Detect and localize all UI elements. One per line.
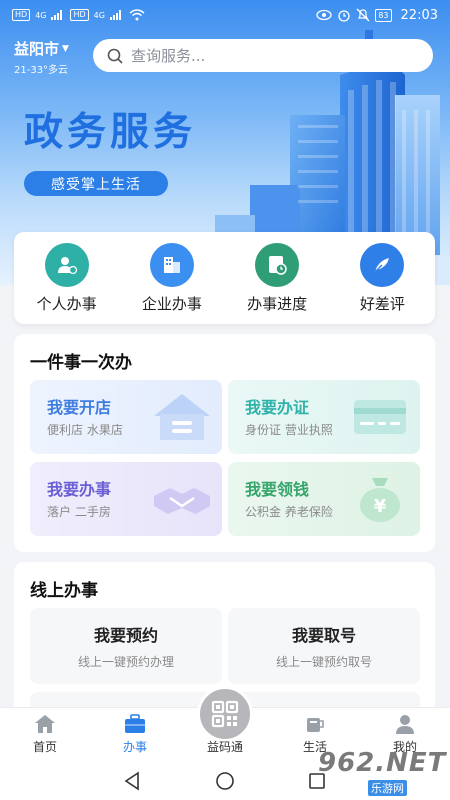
back-icon[interactable] <box>122 770 144 792</box>
hd-indicator: HD <box>12 9 31 21</box>
quick-label: 企业办事 <box>141 294 202 313</box>
building-icon <box>149 242 194 287</box>
quick-menu: 个人办事 企业办事 办事进度 好差评 <box>14 232 435 324</box>
quick-rating[interactable]: 好差评 <box>332 242 432 314</box>
search-bar[interactable] <box>93 39 433 72</box>
mute-icon <box>356 8 370 22</box>
signal-icon <box>51 10 63 20</box>
tile-title: 我要开店 <box>47 398 112 417</box>
home-circle-icon[interactable] <box>214 770 236 792</box>
signal-label: 4G <box>35 10 47 20</box>
quick-enterprise-affairs[interactable]: 企业办事 <box>122 242 222 314</box>
city-label: 益阳市 <box>14 40 60 58</box>
tile-subtitle: 公积金 养老保险 <box>245 505 333 519</box>
signal-label-2: 4G <box>93 10 105 20</box>
tab-yima-tong[interactable] <box>197 686 253 742</box>
quick-label: 办事进度 <box>247 294 308 313</box>
profile-icon <box>396 715 414 734</box>
one-thing-section: 一件事一次办 我要开店 便利店 水果店 我要办证 身份证 营业执照 我要办事 落… <box>14 334 435 552</box>
search-input[interactable] <box>131 46 391 65</box>
eye-icon <box>316 9 332 21</box>
tile-subtitle: 线上一键预约取号 <box>275 655 372 669</box>
tile-take-number[interactable]: 我要取号 线上一键预约取号 <box>228 608 420 684</box>
handshake-icon <box>154 488 210 514</box>
tab-label: 首页 <box>32 740 57 754</box>
home-icon <box>35 715 55 733</box>
section-title: 一件事一次办 <box>30 353 132 373</box>
progress-icon <box>255 242 300 287</box>
shop-icon <box>154 394 210 440</box>
quick-personal-affairs[interactable]: 个人办事 <box>17 242 117 314</box>
tile-title: 我要预约 <box>93 626 158 645</box>
alarm-icon <box>338 10 350 22</box>
tile-open-shop[interactable]: 我要开店 便利店 水果店 <box>30 380 222 454</box>
money-bag-icon: ¥ <box>360 478 400 522</box>
id-card-icon <box>354 400 406 434</box>
quick-label: 好差评 <box>359 294 405 313</box>
tile-subtitle: 身份证 营业执照 <box>245 423 333 437</box>
status-bar: HD 4G HD 4G 83 22:03 <box>0 0 450 30</box>
tile-appointment[interactable]: 我要预约 线上一键预约办理 <box>30 608 222 684</box>
tab-label: 办事 <box>122 740 147 754</box>
tile-title: 我要办证 <box>245 398 310 417</box>
tab-affairs[interactable]: 办事 <box>100 714 170 755</box>
cup-icon <box>307 718 324 732</box>
hero-title: 政务服务 <box>24 110 197 155</box>
tile-subtitle: 线上一键预约办理 <box>77 655 174 669</box>
battery-indicator: 83 <box>375 8 392 22</box>
person-icon <box>44 242 89 287</box>
feather-icon <box>360 242 405 287</box>
watermark-logo: 962.NET 乐游网 <box>316 748 446 796</box>
signal-icon-2 <box>109 10 121 20</box>
watermark-text: 962.NET <box>318 748 447 778</box>
tab-label: 益码通 <box>206 740 243 754</box>
wifi-icon <box>129 9 145 21</box>
clock: 22:03 <box>400 7 438 23</box>
tile-title: 我要取号 <box>291 626 356 645</box>
tile-title: 我要领钱 <box>245 480 310 499</box>
qr-code-icon <box>211 700 239 728</box>
tile-handle-affairs[interactable]: 我要办事 落户 二手房 <box>30 462 222 536</box>
tab-home[interactable]: 首页 <box>10 714 80 755</box>
tile-certificate[interactable]: 我要办证 身份证 营业执照 <box>228 380 420 454</box>
hero-tagline: 感受掌上生活 <box>24 171 168 196</box>
quick-label: 个人办事 <box>36 294 97 313</box>
section-title: 线上办事 <box>30 581 98 601</box>
tile-subtitle: 便利店 水果店 <box>47 423 123 437</box>
briefcase-icon <box>125 714 145 733</box>
tile-subtitle: 落户 二手房 <box>47 505 111 519</box>
hd-indicator-2: HD <box>70 9 89 21</box>
watermark-subtext: 乐游网 <box>368 780 407 796</box>
quick-progress[interactable]: 办事进度 <box>227 242 327 314</box>
svg-text:¥: ¥ <box>374 496 387 517</box>
location-selector[interactable]: 益阳市 ▼ 21-33°多云 <box>14 38 69 76</box>
chevron-down-icon: ▼ <box>62 43 69 54</box>
header: 益阳市 ▼ 21-33°多云 <box>0 36 450 76</box>
tile-title: 我要办事 <box>47 480 112 499</box>
tile-get-money[interactable]: 我要领钱 公积金 养老保险 ¥ <box>228 462 420 536</box>
weather-label: 21-33°多云 <box>14 65 69 76</box>
search-icon <box>107 48 123 64</box>
